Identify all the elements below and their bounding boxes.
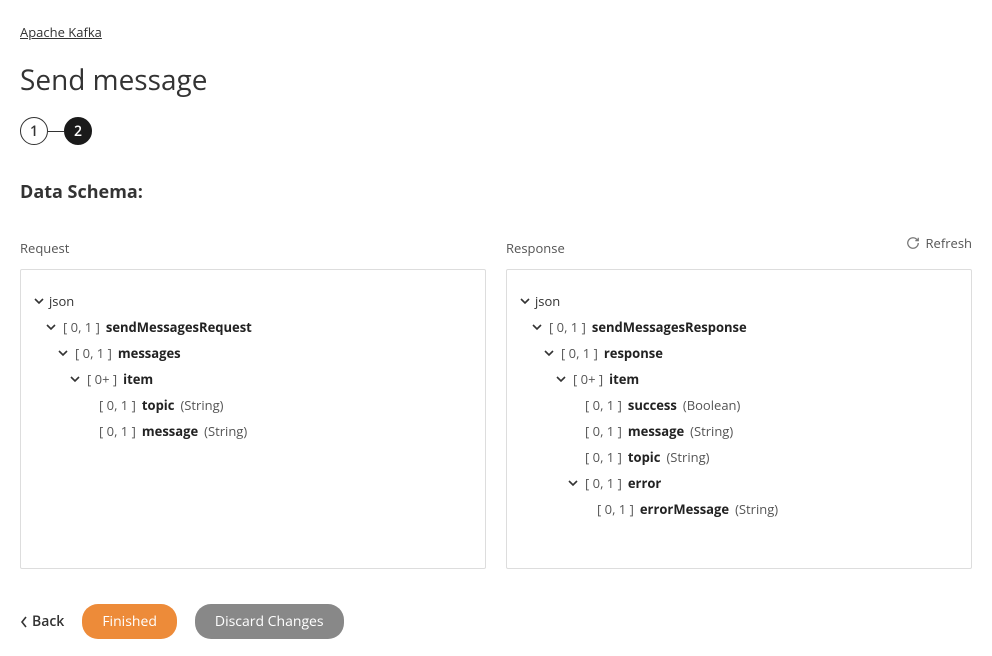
page-title: Send message	[20, 61, 972, 99]
chevron-down-icon[interactable]	[555, 373, 567, 385]
chevron-down-icon[interactable]	[45, 321, 57, 333]
request-tree: json [ 0, 1 ] sendMessagesRequest [ 0, 1…	[20, 269, 486, 569]
node-type: (String)	[690, 422, 733, 440]
cardinality: [ 0, 1 ]	[585, 422, 622, 440]
tree-node[interactable]: [ 0+ ] item	[555, 366, 953, 392]
node-name: success	[628, 396, 677, 414]
refresh-icon	[906, 236, 920, 250]
section-title: Data Schema:	[20, 180, 972, 204]
cardinality: [ 0+ ]	[573, 370, 603, 388]
node-name: item	[123, 370, 153, 388]
node-name: response	[604, 344, 663, 362]
node-name: item	[609, 370, 639, 388]
request-label: Request	[20, 239, 486, 257]
step-connector	[48, 131, 64, 132]
node-type: (String)	[735, 500, 778, 518]
wizard-steps: 1 2	[20, 117, 972, 145]
node-name: error	[628, 474, 661, 492]
node-type: (String)	[180, 396, 223, 414]
cardinality: [ 0, 1 ]	[585, 474, 622, 492]
response-tree: json [ 0, 1 ] sendMessagesResponse [ 0, …	[506, 269, 972, 569]
request-panel: Request json [ 0, 1 ] sendMessagesReques…	[20, 239, 486, 569]
tree-node[interactable]: [ 0, 1 ] messages	[57, 340, 467, 366]
step-1[interactable]: 1	[20, 117, 48, 145]
tree-node-root[interactable]: json	[33, 288, 467, 314]
node-name: message	[142, 422, 198, 440]
cardinality: [ 0, 1 ]	[75, 344, 112, 362]
chevron-down-icon[interactable]	[531, 321, 543, 333]
tree-leaf[interactable]: [ 0, 1 ] topic (String)	[567, 444, 953, 470]
tree-leaf[interactable]: [ 0, 1 ] success (Boolean)	[567, 392, 953, 418]
node-name: topic	[142, 396, 175, 414]
breadcrumb-link[interactable]: Apache Kafka	[20, 23, 102, 41]
tree-node[interactable]: [ 0, 1 ] error	[567, 470, 953, 496]
cardinality: [ 0, 1 ]	[585, 396, 622, 414]
node-name: sendMessagesResponse	[592, 318, 747, 336]
node-name: topic	[628, 448, 661, 466]
tree-node[interactable]: [ 0, 1 ] sendMessagesRequest	[45, 314, 467, 340]
tree-leaf[interactable]: [ 0, 1 ] message (String)	[567, 418, 953, 444]
finished-button[interactable]: Finished	[82, 604, 177, 639]
response-label: Response	[506, 239, 972, 257]
footer-actions: Back Finished Discard Changes	[20, 604, 972, 639]
chevron-down-icon[interactable]	[57, 347, 69, 359]
tree-leaf[interactable]: [ 0, 1 ] message (String)	[81, 418, 467, 444]
discard-button[interactable]: Discard Changes	[195, 604, 344, 639]
back-label: Back	[32, 612, 64, 631]
cardinality: [ 0, 1 ]	[585, 448, 622, 466]
refresh-label: Refresh	[926, 234, 972, 252]
chevron-down-icon[interactable]	[519, 295, 531, 307]
node-name: sendMessagesRequest	[106, 318, 252, 336]
cardinality: [ 0, 1 ]	[99, 396, 136, 414]
chevron-left-icon	[20, 616, 28, 628]
cardinality: [ 0, 1 ]	[549, 318, 586, 336]
cardinality: [ 0+ ]	[87, 370, 117, 388]
node-type: (String)	[666, 448, 709, 466]
node-name: message	[628, 422, 684, 440]
tree-leaf[interactable]: [ 0, 1 ] topic (String)	[81, 392, 467, 418]
tree-node[interactable]: [ 0, 1 ] sendMessagesResponse	[531, 314, 953, 340]
node-name: errorMessage	[640, 500, 729, 518]
tree-node-root[interactable]: json	[519, 288, 953, 314]
cardinality: [ 0, 1 ]	[63, 318, 100, 336]
node-name: messages	[118, 344, 181, 362]
chevron-down-icon[interactable]	[33, 295, 45, 307]
cardinality: [ 0, 1 ]	[597, 500, 634, 518]
back-button[interactable]: Back	[20, 612, 64, 631]
node-type: (String)	[204, 422, 247, 440]
chevron-down-icon[interactable]	[543, 347, 555, 359]
cardinality: [ 0, 1 ]	[561, 344, 598, 362]
chevron-down-icon[interactable]	[567, 477, 579, 489]
tree-leaf[interactable]: [ 0, 1 ] errorMessage (String)	[579, 496, 953, 522]
node-label: json	[49, 292, 74, 310]
node-label: json	[535, 292, 560, 310]
step-2[interactable]: 2	[64, 117, 92, 145]
node-type: (Boolean)	[683, 396, 740, 414]
response-panel: Response json [ 0, 1 ] sendMessagesRespo…	[506, 239, 972, 569]
chevron-down-icon[interactable]	[69, 373, 81, 385]
tree-node[interactable]: [ 0, 1 ] response	[543, 340, 953, 366]
tree-node[interactable]: [ 0+ ] item	[69, 366, 467, 392]
cardinality: [ 0, 1 ]	[99, 422, 136, 440]
refresh-button[interactable]: Refresh	[906, 234, 972, 252]
